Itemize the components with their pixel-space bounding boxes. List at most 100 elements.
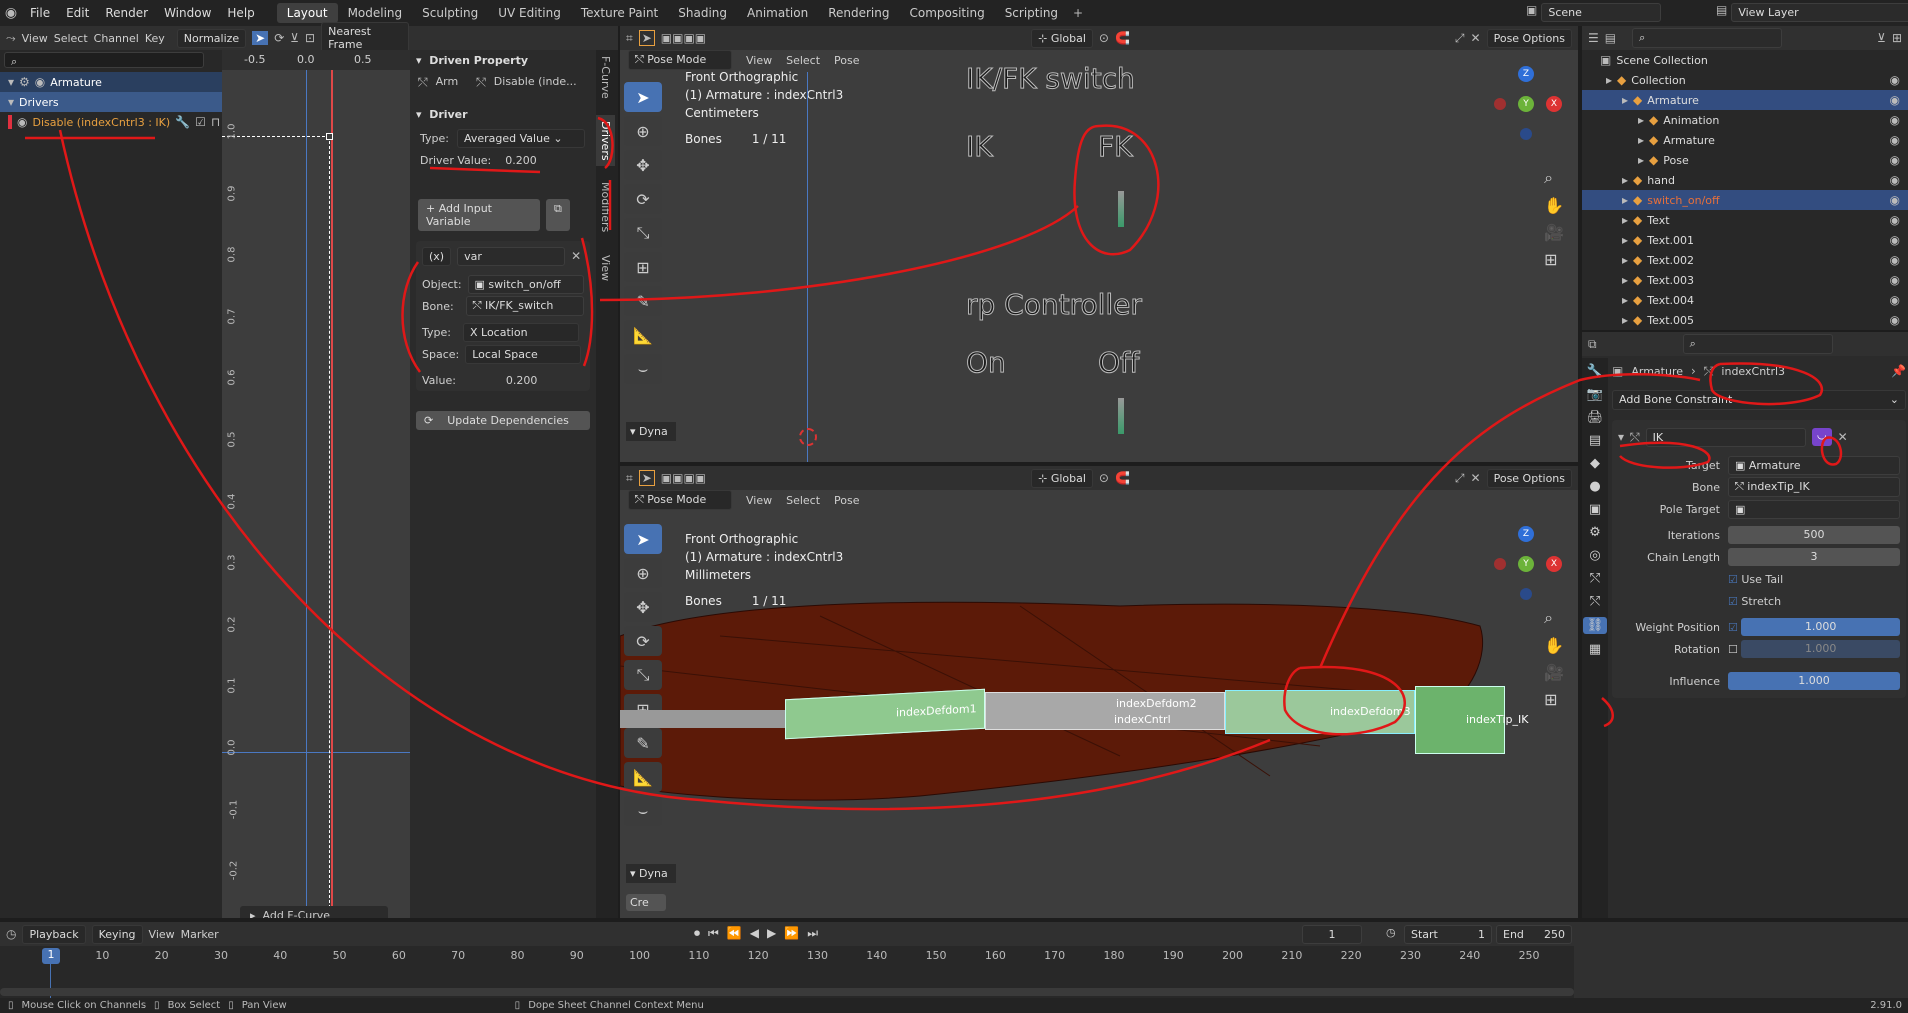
outliner-item[interactable]: ▸ ◆ switch_on/off ◉ bbox=[1582, 190, 1908, 210]
bone-field[interactable]: ⤲ indexTip_IK bbox=[1728, 477, 1900, 497]
outliner-item[interactable]: ▸ ◆ Text.002 ◉ bbox=[1582, 250, 1908, 270]
add-input-variable-button[interactable]: + Add Input Variable bbox=[418, 199, 540, 231]
blender-logo-icon[interactable]: ◉ bbox=[0, 5, 22, 21]
editor-type-icon[interactable]: ⧉ bbox=[1588, 337, 1597, 352]
add-bone-constraint-select[interactable]: Add Bone Constraint ⌄ bbox=[1612, 390, 1906, 410]
filter-icon[interactable]: ⊻ bbox=[290, 31, 299, 45]
tab-layout[interactable]: Layout bbox=[276, 3, 338, 23]
tab-texture-paint[interactable]: Texture Paint bbox=[571, 3, 668, 23]
pin-icon[interactable]: 📌 bbox=[1891, 364, 1906, 378]
playback-menu[interactable]: Playback bbox=[22, 924, 86, 944]
tab-drivers[interactable]: Drivers bbox=[596, 114, 615, 167]
measure-tool-icon[interactable]: 📐 bbox=[624, 762, 662, 792]
eye-icon[interactable]: ◉ bbox=[1890, 253, 1908, 267]
target-field[interactable]: ▣ Armature bbox=[1728, 455, 1900, 475]
tab-view[interactable]: View bbox=[596, 249, 615, 287]
relax-tool-icon[interactable]: ⌣ bbox=[624, 796, 662, 826]
variable-name-field[interactable]: var bbox=[457, 246, 566, 266]
start-frame-field[interactable]: Start 1 bbox=[1404, 925, 1492, 944]
expand-icon[interactable]: ▸ bbox=[1622, 213, 1628, 227]
display-mode-icon[interactable]: ▤ bbox=[1605, 31, 1616, 45]
tab-scripting[interactable]: Scripting bbox=[995, 3, 1068, 23]
expand-icon[interactable]: ▸ bbox=[1606, 73, 1612, 87]
tab-sculpting[interactable]: Sculpting bbox=[412, 3, 488, 23]
editor-type-icon[interactable]: ◷ bbox=[6, 927, 16, 941]
close-area-icon[interactable]: ✕ bbox=[1471, 471, 1481, 485]
play-icon[interactable]: ▶ bbox=[767, 926, 776, 941]
new-collection-icon[interactable]: ⊞ bbox=[1892, 31, 1902, 45]
fcurve-line[interactable] bbox=[331, 70, 333, 918]
keying-menu[interactable]: Keying bbox=[91, 924, 143, 944]
pan-hand-icon[interactable]: ✋ bbox=[1544, 636, 1564, 655]
expand-icon[interactable]: ▾ bbox=[8, 75, 14, 89]
gizmo-y-icon[interactable]: Y bbox=[1518, 96, 1534, 112]
mode-select[interactable]: ⤲ Pose Mode bbox=[628, 490, 732, 510]
menu-edit[interactable]: Edit bbox=[58, 6, 97, 20]
object-data-tab-icon[interactable]: ⤲ bbox=[1590, 571, 1600, 586]
eye-icon[interactable]: ◉ bbox=[1890, 193, 1908, 207]
select-box-icon[interactable]: ▣▣▣▣ bbox=[661, 471, 706, 485]
expand-icon[interactable]: ▸ bbox=[1622, 273, 1628, 287]
outliner-search-field[interactable]: ⌕ bbox=[1632, 28, 1783, 48]
outliner-item[interactable]: ▸ ◆ Text.001 ◉ bbox=[1582, 230, 1908, 250]
grid-icon[interactable]: ⊞ bbox=[1544, 690, 1564, 709]
bone-root[interactable] bbox=[620, 710, 785, 728]
preview-range-icon[interactable]: ◷ bbox=[1386, 926, 1396, 939]
expand-icon[interactable]: ▸ bbox=[1622, 193, 1628, 207]
keyframe-point[interactable] bbox=[326, 133, 333, 140]
object-field[interactable]: ▣ switch_on/off bbox=[467, 274, 584, 294]
menu-render[interactable]: Render bbox=[97, 6, 156, 20]
gizmo-x-icon[interactable]: X bbox=[1546, 556, 1562, 572]
menu-view[interactable]: View bbox=[22, 32, 48, 45]
gizmo-z-icon[interactable]: Z bbox=[1518, 66, 1534, 82]
driver-type-select[interactable]: Averaged Value ⌄ bbox=[456, 129, 585, 148]
space-select[interactable]: Local Space bbox=[465, 344, 582, 364]
gizmo-neg-x-icon[interactable] bbox=[1494, 98, 1506, 110]
view-layer-tab-icon[interactable]: ▤ bbox=[1589, 433, 1601, 448]
transform-orientation-select[interactable]: ⊹ Global bbox=[1031, 468, 1093, 488]
jump-start-icon[interactable]: ⏮ bbox=[708, 926, 719, 941]
collapse-icon[interactable]: ▾ bbox=[1618, 430, 1624, 444]
outliner-item[interactable]: ▸ ◆ Armature ◉ bbox=[1582, 130, 1908, 150]
bone-indexdefdom2[interactable]: indexDefdom2 indexCntrl bbox=[985, 692, 1225, 730]
gizmo-x-icon[interactable]: X bbox=[1546, 96, 1562, 112]
checkbox-icon[interactable]: ☑ bbox=[195, 115, 206, 129]
bone-tab-icon[interactable]: ⤲ bbox=[1590, 594, 1600, 609]
expand-icon[interactable]: ▸ bbox=[1622, 173, 1628, 187]
tab-animation[interactable]: Animation bbox=[737, 3, 818, 23]
camera-icon[interactable]: 🎥 bbox=[1544, 223, 1564, 242]
expand-icon[interactable]: ▸ bbox=[1622, 293, 1628, 307]
menu-marker[interactable]: Marker bbox=[181, 928, 219, 941]
update-dependencies-button[interactable]: ⟳ Update Dependencies bbox=[416, 411, 590, 430]
channel-driver-disable[interactable]: ◉ Disable (indexCntrl3 : IK) 🔧 ☑ ⊓ bbox=[0, 112, 222, 132]
add-fcurve-modifier-button[interactable]: ▸ Add F-Curve Modifier bbox=[240, 906, 388, 918]
outliner-item[interactable]: ▸ ◆ Pose ◉ bbox=[1582, 150, 1908, 170]
rotation-checkbox[interactable]: ☐ bbox=[1728, 643, 1738, 656]
navigation-gizmo[interactable]: Z Y X bbox=[1494, 526, 1564, 616]
eye-icon[interactable]: ◉ bbox=[1890, 233, 1908, 247]
viewport-bottom[interactable]: ⌗ ➤ ▣▣▣▣ ⊹ Global ⊙ 🧲 ⤢ ✕ Pose Options ⤲… bbox=[620, 466, 1578, 918]
eye-icon[interactable]: ◉ bbox=[1890, 313, 1908, 327]
add-workspace-icon[interactable]: + bbox=[1068, 6, 1088, 20]
snap-icon[interactable]: 🧲 bbox=[1115, 471, 1130, 485]
outliner-item[interactable]: ▸ ◆ Text.004 ◉ bbox=[1582, 290, 1908, 310]
eye-icon[interactable]: ◉ bbox=[1890, 133, 1908, 147]
cursor-tool-icon[interactable]: ⊕ bbox=[624, 558, 662, 588]
render-tab-icon[interactable]: 📷 bbox=[1587, 387, 1603, 402]
gizmo-y-icon[interactable]: Y bbox=[1518, 556, 1534, 572]
editor-type-icon[interactable]: ⌗ bbox=[626, 471, 633, 486]
timeline-scrollbar[interactable] bbox=[0, 988, 1574, 996]
navigation-gizmo[interactable]: Z Y X bbox=[1494, 66, 1564, 156]
select-mode-icon[interactable]: ➤ bbox=[638, 470, 655, 486]
outliner-item[interactable]: ▸ ◆ Collection ◉ bbox=[1582, 70, 1908, 90]
menu-view[interactable]: View bbox=[746, 494, 772, 507]
modifiers-tab-icon[interactable]: ⚙ bbox=[1589, 525, 1601, 540]
tab-modeling[interactable]: Modeling bbox=[338, 3, 413, 23]
filter-icon[interactable]: ⊻ bbox=[1877, 31, 1886, 45]
bone-indexdefdom3[interactable]: indexDefdom3 bbox=[1225, 690, 1415, 734]
menu-help[interactable]: Help bbox=[219, 6, 262, 20]
pole-target-field[interactable]: ▣ bbox=[1728, 499, 1900, 519]
normalize-toggle[interactable]: Normalize bbox=[176, 28, 247, 48]
timeline-track[interactable]: 1102030405060708090100110120130140150160… bbox=[0, 946, 1574, 998]
expand-icon[interactable]: ▸ bbox=[1622, 253, 1628, 267]
